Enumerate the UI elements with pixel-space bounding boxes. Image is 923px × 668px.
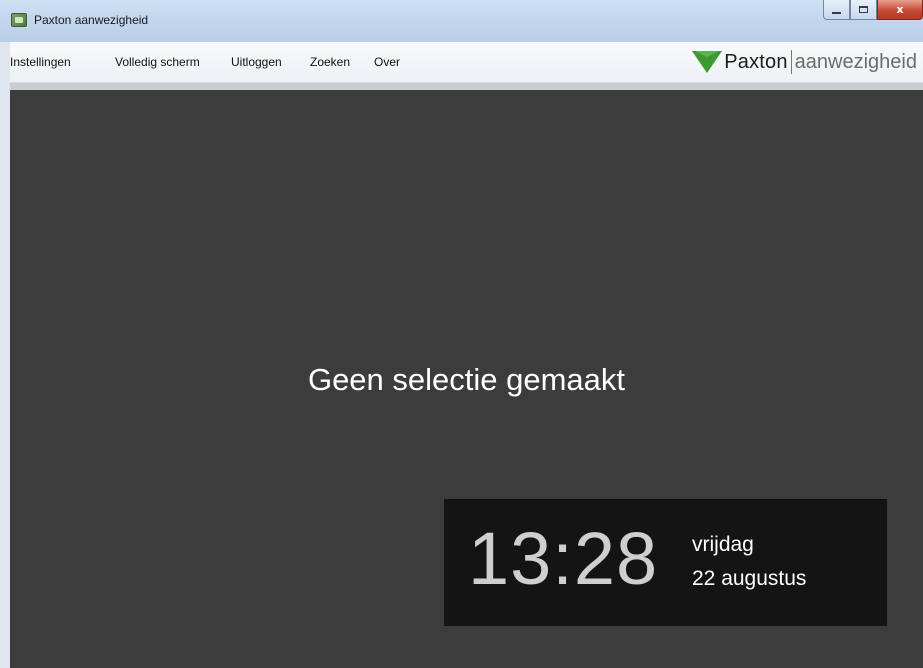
app-icon xyxy=(11,13,27,27)
empty-state-message: Geen selectie gemaakt xyxy=(307,362,626,397)
paxton-logo: Paxton aanwezigheid xyxy=(692,47,917,77)
title-bar[interactable]: Paxton aanwezigheid x xyxy=(0,0,923,42)
main-content: Geen selectie gemaakt 13:28 vrijdag 22 a… xyxy=(10,90,923,668)
logo-divider xyxy=(790,50,792,74)
menu-item-instellingen[interactable]: Instellingen xyxy=(10,55,71,69)
clock-date: 22 augustus xyxy=(692,567,807,590)
close-button[interactable]: x xyxy=(877,0,923,20)
maximize-icon xyxy=(859,6,868,13)
clock-panel: 13:28 vrijdag 22 augustus xyxy=(444,499,887,626)
clock-weekday: vrijdag xyxy=(692,533,754,556)
close-icon: x xyxy=(896,3,904,16)
logo-triangle-icon xyxy=(692,51,723,73)
minimize-icon xyxy=(832,11,841,14)
window-controls: x xyxy=(823,0,923,22)
menu-item-volledig-scherm[interactable]: Volledig scherm xyxy=(115,55,200,69)
logo-product: aanwezigheid xyxy=(794,50,917,73)
logo-brand: Paxton xyxy=(724,50,788,73)
menu-separator xyxy=(10,83,923,90)
menu-item-over[interactable]: Over xyxy=(374,55,400,69)
app-window: Paxton aanwezigheid x Instellingen Volle… xyxy=(0,0,923,668)
maximize-button[interactable] xyxy=(850,0,877,20)
minimize-button[interactable] xyxy=(823,0,850,20)
clock-time: 13:28 xyxy=(468,517,659,600)
menu-item-zoeken[interactable]: Zoeken xyxy=(310,55,350,69)
menu-item-uitloggen[interactable]: Uitloggen xyxy=(231,55,282,69)
window-border xyxy=(0,42,10,668)
menu-bar: Instellingen Volledig scherm Uitloggen Z… xyxy=(10,42,923,83)
window-title: Paxton aanwezigheid xyxy=(34,13,149,27)
